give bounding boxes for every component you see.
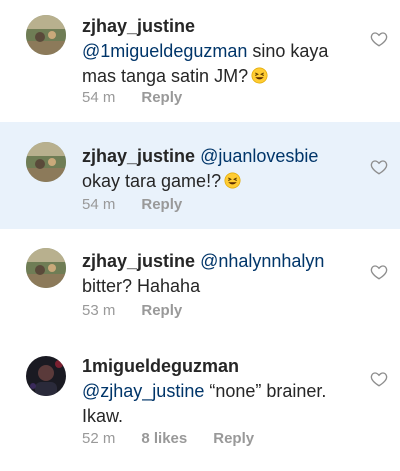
reply-button[interactable]: Reply [213,430,254,447]
reply-button[interactable]: Reply [141,196,182,213]
comment-text: zjhay_justine @1migueldeguzman sino kaya… [82,14,368,89]
avatar[interactable] [26,248,66,288]
comment-body-line: Ikaw. [82,406,124,426]
comment-item: 1migueldeguzman @zjhay_justine “none” br… [0,338,400,471]
comment-body-line: mas tanga satin JM? [82,66,249,86]
comment-item: zjhay_justine @1migueldeguzman sino kaya… [0,0,400,122]
comment-meta: 54 m Reply [82,196,182,213]
heart-outline-icon[interactable] [370,30,388,48]
comment-username[interactable]: 1migueldeguzman [82,356,239,376]
comment-item: zjhay_justine @nhalynnhalyn bitter? Haha… [0,229,400,338]
avatar[interactable] [26,356,66,396]
comment-text: zjhay_justine @nhalynnhalyn bitter? Haha… [82,249,368,299]
reply-button[interactable]: Reply [141,89,182,106]
comment-body: sino kaya [252,41,329,61]
comment-username[interactable]: zjhay_justine [82,16,195,36]
comment-body: bitter? Hahaha [82,276,201,296]
comment-meta: 52 m 8 likes Reply [82,430,254,447]
avatar[interactable] [26,15,66,55]
comment-mention[interactable]: @zjhay_justine [82,381,204,401]
comment-time: 54 m [82,196,116,213]
comment-text: zjhay_justine @juanlovesbie okay tara ga… [82,144,368,194]
comment-text: 1migueldeguzman @zjhay_justine “none” br… [82,354,368,429]
comment-item-highlighted: zjhay_justine @juanlovesbie okay tara ga… [0,122,400,229]
reply-button[interactable]: Reply [141,302,182,319]
comment-mention[interactable]: @juanlovesbie [200,146,318,166]
grinning-squinting-face-emoji [224,172,241,189]
comment-time: 54 m [82,89,116,106]
comment-mention[interactable]: @nhalynnhalyn [200,251,324,271]
heart-outline-icon[interactable] [370,158,388,176]
comment-time: 52 m [82,430,116,447]
heart-outline-icon[interactable] [370,370,388,388]
comment-mention[interactable]: @1migueldeguzman [82,41,247,61]
comment-username[interactable]: zjhay_justine [82,146,195,166]
comment-username[interactable]: zjhay_justine [82,251,195,271]
heart-outline-icon[interactable] [370,263,388,281]
avatar[interactable] [26,142,66,182]
likes-count-link[interactable]: 8 likes [141,430,187,447]
comment-list: zjhay_justine @1migueldeguzman sino kaya… [0,0,400,471]
comment-body: “none” brainer. [209,381,327,401]
comment-time: 53 m [82,302,116,319]
comment-meta: 54 m Reply [82,89,182,106]
comment-meta: 53 m Reply [82,302,182,319]
grinning-squinting-face-emoji [251,67,268,84]
comment-body: okay tara game!? [82,171,222,191]
